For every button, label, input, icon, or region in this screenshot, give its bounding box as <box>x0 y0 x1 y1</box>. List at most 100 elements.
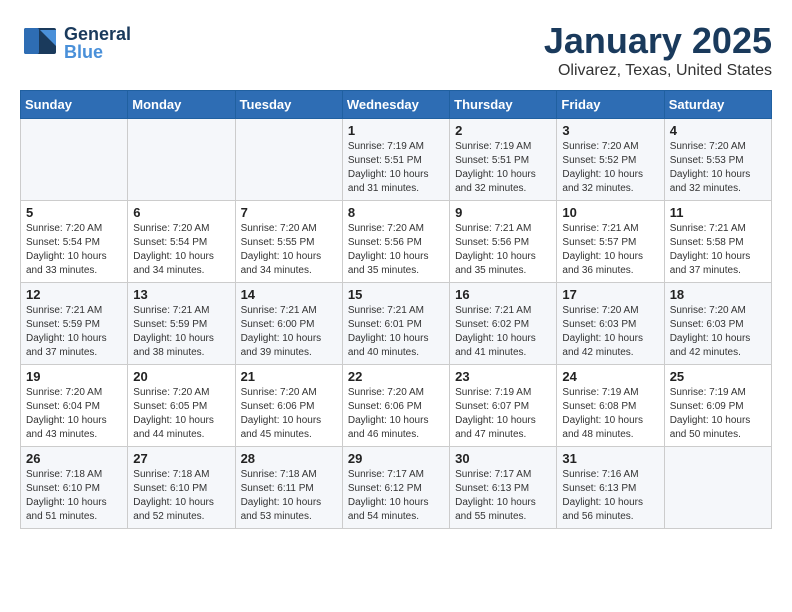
empty-cell <box>128 119 235 201</box>
day-number: 6 <box>133 205 229 220</box>
calendar-day-16: 16 Sunrise: 7:21 AM Sunset: 6:02 PM Dayli… <box>450 283 557 365</box>
calendar-day-26: 26 Sunrise: 7:18 AM Sunset: 6:10 PM Dayli… <box>21 447 128 529</box>
calendar-day-27: 27 Sunrise: 7:18 AM Sunset: 6:10 PM Dayli… <box>128 447 235 529</box>
day-info: Sunrise: 7:18 AM Sunset: 6:10 PM Dayligh… <box>26 468 122 524</box>
day-number: 22 <box>348 369 444 384</box>
calendar-day-31: 31 Sunrise: 7:16 AM Sunset: 6:13 PM Dayli… <box>557 447 664 529</box>
calendar-day-11: 11 Sunrise: 7:21 AM Sunset: 5:58 PM Dayli… <box>664 201 771 283</box>
day-info: Sunrise: 7:19 AM Sunset: 5:51 PM Dayligh… <box>455 140 551 196</box>
day-info: Sunrise: 7:21 AM Sunset: 6:02 PM Dayligh… <box>455 304 551 360</box>
day-number: 11 <box>670 205 766 220</box>
logo-general-text: General <box>64 25 131 43</box>
calendar-day-22: 22Sunrise: 7:20 AM Sunset: 6:06 PM Dayli… <box>342 365 449 447</box>
calendar-day-6: 6 Sunrise: 7:20 AM Sunset: 5:54 PM Daylig… <box>128 201 235 283</box>
calendar-day-9: 9 Sunrise: 7:21 AM Sunset: 5:56 PM Daylig… <box>450 201 557 283</box>
day-info: Sunrise: 7:21 AM Sunset: 5:58 PM Dayligh… <box>670 222 766 278</box>
calendar-day-28: 28 Sunrise: 7:18 AM Sunset: 6:11 PM Dayli… <box>235 447 342 529</box>
day-info: Sunrise: 7:19 AM Sunset: 5:51 PM Dayligh… <box>348 140 444 196</box>
day-number: 24 <box>562 369 658 384</box>
calendar-day-25: 25Sunrise: 7:19 AM Sunset: 6:09 PM Dayli… <box>664 365 771 447</box>
day-number: 29 <box>348 451 444 466</box>
logo-text: General Blue <box>64 25 131 61</box>
calendar-day-14: 14Sunrise: 7:21 AM Sunset: 6:00 PM Dayli… <box>235 283 342 365</box>
day-info: Sunrise: 7:19 AM Sunset: 6:07 PM Dayligh… <box>455 386 551 442</box>
day-number: 16 <box>455 287 551 302</box>
calendar-week-3: 12 Sunrise: 7:21 AM Sunset: 5:59 PM Dayli… <box>21 283 772 365</box>
day-info: Sunrise: 7:18 AM Sunset: 6:10 PM Dayligh… <box>133 468 229 524</box>
logo-blue-text: Blue <box>64 43 131 61</box>
calendar-day-5: 5Sunrise: 7:20 AM Sunset: 5:54 PM Daylig… <box>21 201 128 283</box>
day-info: Sunrise: 7:20 AM Sunset: 6:03 PM Dayligh… <box>562 304 658 360</box>
empty-cell <box>664 447 771 529</box>
day-info: Sunrise: 7:20 AM Sunset: 5:52 PM Dayligh… <box>562 140 658 196</box>
day-number: 19 <box>26 369 122 384</box>
month-title: January 2025 <box>544 20 772 62</box>
calendar-week-2: 5 Sunrise: 7:20 AM Sunset: 5:54 PM Daylig… <box>21 201 772 283</box>
day-number: 14 <box>241 287 337 302</box>
calendar-day-24: 24Sunrise: 7:19 AM Sunset: 6:08 PM Dayli… <box>557 365 664 447</box>
day-number: 1 <box>348 123 444 138</box>
weekday-header-saturday: Saturday <box>664 91 771 119</box>
day-info: Sunrise: 7:18 AM Sunset: 6:11 PM Dayligh… <box>241 468 337 524</box>
day-number: 31 <box>562 451 658 466</box>
calendar-day-17: 17Sunrise: 7:20 AM Sunset: 6:03 PM Dayli… <box>557 283 664 365</box>
day-number: 12 <box>26 287 122 302</box>
day-number: 10 <box>562 205 658 220</box>
calendar-day-8: 8 Sunrise: 7:20 AM Sunset: 5:56 PM Daylig… <box>342 201 449 283</box>
day-info: Sunrise: 7:21 AM Sunset: 6:01 PM Dayligh… <box>348 304 444 360</box>
empty-cell <box>21 119 128 201</box>
day-info: Sunrise: 7:21 AM Sunset: 5:56 PM Dayligh… <box>455 222 551 278</box>
day-info: Sunrise: 7:16 AM Sunset: 6:13 PM Dayligh… <box>562 468 658 524</box>
day-number: 2 <box>455 123 551 138</box>
day-number: 7 <box>241 205 337 220</box>
day-number: 18 <box>670 287 766 302</box>
calendar-day-23: 23 Sunrise: 7:19 AM Sunset: 6:07 PM Dayli… <box>450 365 557 447</box>
day-number: 30 <box>455 451 551 466</box>
day-info: Sunrise: 7:19 AM Sunset: 6:09 PM Dayligh… <box>670 386 766 442</box>
weekday-header-monday: Monday <box>128 91 235 119</box>
day-info: Sunrise: 7:20 AM Sunset: 6:06 PM Dayligh… <box>241 386 337 442</box>
day-number: 26 <box>26 451 122 466</box>
day-info: Sunrise: 7:20 AM Sunset: 6:03 PM Dayligh… <box>670 304 766 360</box>
logo: General Blue <box>20 20 131 65</box>
weekday-header-sunday: Sunday <box>21 91 128 119</box>
calendar-day-10: 10 Sunrise: 7:21 AM Sunset: 5:57 PM Dayli… <box>557 201 664 283</box>
day-info: Sunrise: 7:20 AM Sunset: 6:04 PM Dayligh… <box>26 386 122 442</box>
day-info: Sunrise: 7:21 AM Sunset: 5:57 PM Dayligh… <box>562 222 658 278</box>
day-info: Sunrise: 7:20 AM Sunset: 5:54 PM Dayligh… <box>133 222 229 278</box>
day-info: Sunrise: 7:20 AM Sunset: 5:56 PM Dayligh… <box>348 222 444 278</box>
calendar-day-18: 18 Sunrise: 7:20 AM Sunset: 6:03 PM Dayli… <box>664 283 771 365</box>
weekday-header-row: SundayMondayTuesdayWednesdayThursdayFrid… <box>21 91 772 119</box>
day-number: 9 <box>455 205 551 220</box>
calendar-day-29: 29Sunrise: 7:17 AM Sunset: 6:12 PM Dayli… <box>342 447 449 529</box>
day-info: Sunrise: 7:20 AM Sunset: 5:55 PM Dayligh… <box>241 222 337 278</box>
weekday-header-tuesday: Tuesday <box>235 91 342 119</box>
day-number: 20 <box>133 369 229 384</box>
weekday-header-thursday: Thursday <box>450 91 557 119</box>
day-number: 8 <box>348 205 444 220</box>
empty-cell <box>235 119 342 201</box>
day-info: Sunrise: 7:21 AM Sunset: 5:59 PM Dayligh… <box>26 304 122 360</box>
title-block: January 2025 Olivarez, Texas, United Sta… <box>544 20 772 80</box>
calendar-day-19: 19 Sunrise: 7:20 AM Sunset: 6:04 PM Dayli… <box>21 365 128 447</box>
calendar-day-7: 7 Sunrise: 7:20 AM Sunset: 5:55 PM Daylig… <box>235 201 342 283</box>
day-number: 3 <box>562 123 658 138</box>
weekday-header-friday: Friday <box>557 91 664 119</box>
day-number: 15 <box>348 287 444 302</box>
calendar-day-1: 1 Sunrise: 7:19 AM Sunset: 5:51 PM Daylig… <box>342 119 449 201</box>
day-number: 27 <box>133 451 229 466</box>
day-number: 4 <box>670 123 766 138</box>
day-number: 23 <box>455 369 551 384</box>
calendar-day-4: 4 Sunrise: 7:20 AM Sunset: 5:53 PM Daylig… <box>664 119 771 201</box>
day-info: Sunrise: 7:20 AM Sunset: 5:53 PM Dayligh… <box>670 140 766 196</box>
calendar-day-20: 20 Sunrise: 7:20 AM Sunset: 6:05 PM Dayli… <box>128 365 235 447</box>
day-info: Sunrise: 7:20 AM Sunset: 6:05 PM Dayligh… <box>133 386 229 442</box>
calendar-day-30: 30Sunrise: 7:17 AM Sunset: 6:13 PM Dayli… <box>450 447 557 529</box>
calendar-day-15: 15 Sunrise: 7:21 AM Sunset: 6:01 PM Dayli… <box>342 283 449 365</box>
calendar-day-2: 2 Sunrise: 7:19 AM Sunset: 5:51 PM Daylig… <box>450 119 557 201</box>
calendar-week-1: 1 Sunrise: 7:19 AM Sunset: 5:51 PM Daylig… <box>21 119 772 201</box>
day-info: Sunrise: 7:21 AM Sunset: 5:59 PM Dayligh… <box>133 304 229 360</box>
day-number: 28 <box>241 451 337 466</box>
calendar-day-12: 12 Sunrise: 7:21 AM Sunset: 5:59 PM Dayli… <box>21 283 128 365</box>
day-number: 5 <box>26 205 122 220</box>
